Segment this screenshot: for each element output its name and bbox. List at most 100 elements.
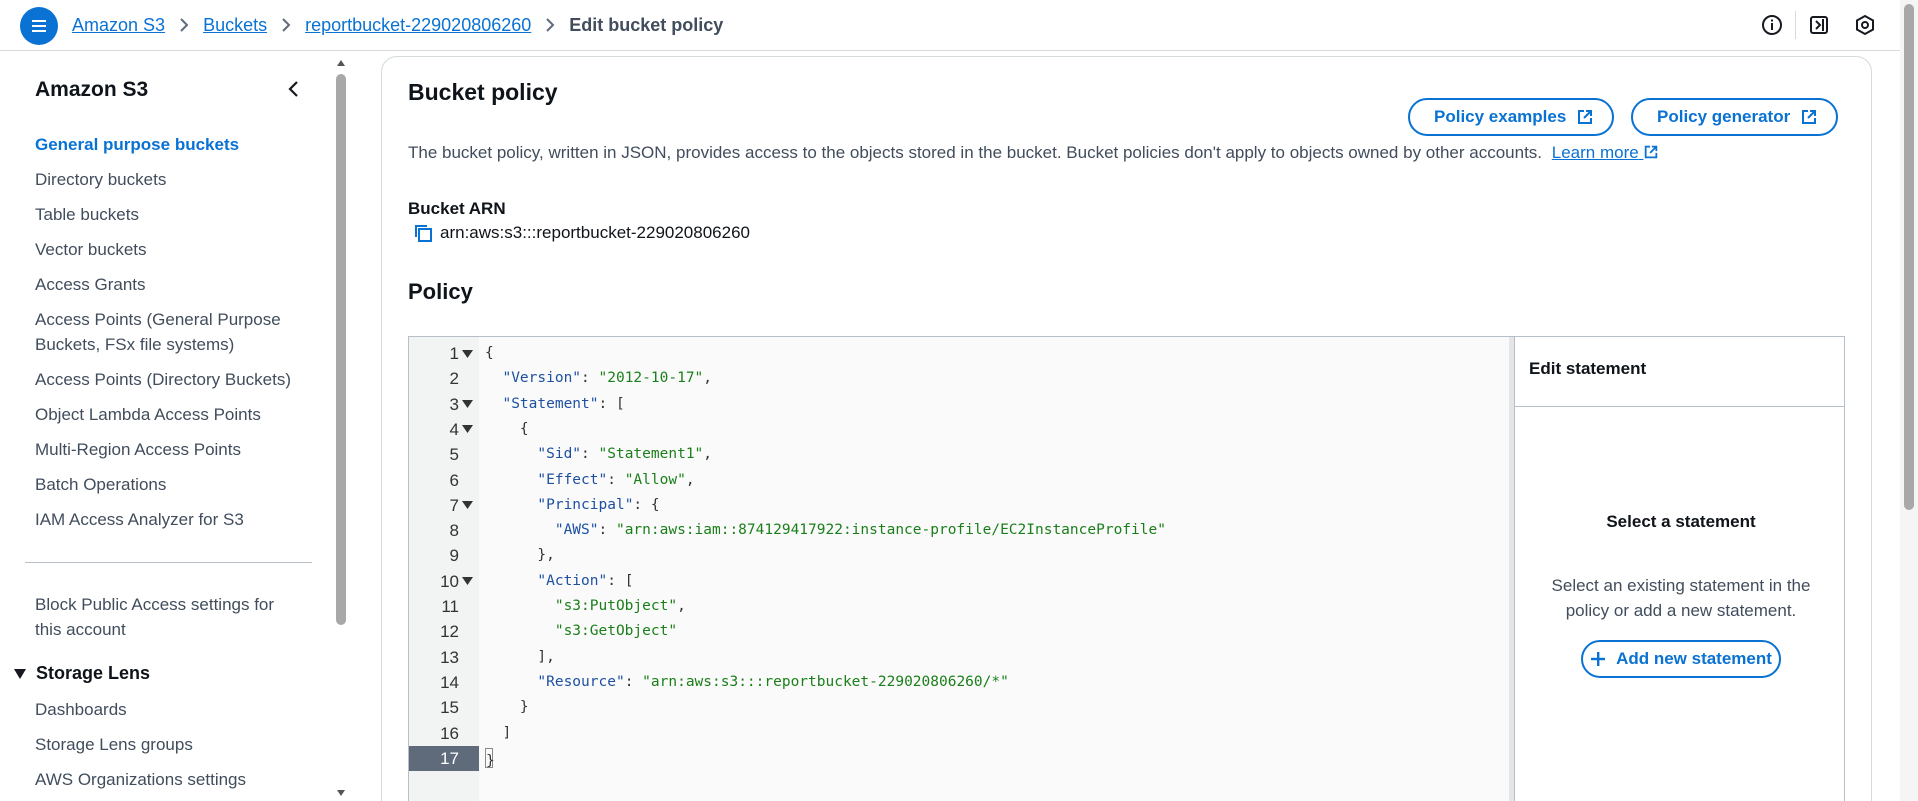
sidebar-item-iam-access-analyzer[interactable]: IAM Access Analyzer for S3 xyxy=(35,507,295,532)
code-line[interactable]: 6 "Effect": "Allow", xyxy=(409,468,1509,493)
sidebar-item-batch-operations[interactable]: Batch Operations xyxy=(35,472,295,497)
line-number: 2 xyxy=(449,369,459,389)
code-line[interactable]: 12 "s3:GetObject" xyxy=(409,619,1509,644)
collapse-sidebar-icon[interactable] xyxy=(284,78,304,100)
code-line[interactable]: 7 "Principal": { xyxy=(409,493,1509,518)
code-text: "AWS": "arn:aws:iam::874129417922:instan… xyxy=(554,522,1166,539)
divider xyxy=(1795,11,1796,39)
sidebar-item-directory-buckets[interactable]: Directory buckets xyxy=(35,167,295,192)
fold-caret-icon[interactable] xyxy=(462,417,474,442)
sidebar-item-access-points-general[interactable]: Access Points (General Purpose Buckets, … xyxy=(35,307,295,357)
code-text: "Resource": "arn:aws:s3:::reportbucket-2… xyxy=(537,673,1009,690)
code-text: { xyxy=(485,345,494,361)
sidebar-item-access-points-directory[interactable]: Access Points (Directory Buckets) xyxy=(35,367,295,392)
fold-caret-icon[interactable] xyxy=(462,341,474,366)
sidebar-item-table-buckets[interactable]: Table buckets xyxy=(35,202,295,227)
code-line[interactable]: 2 "Version": "2012-10-17", xyxy=(409,366,1509,391)
code-line[interactable]: 9 }, xyxy=(409,543,1509,568)
breadcrumb-bucket[interactable]: reportbucket-229020806260 xyxy=(305,15,531,36)
code-line[interactable]: 8 "AWS": "arn:aws:iam::874129417922:inst… xyxy=(409,518,1509,543)
code-text: "s3:GetObject" xyxy=(554,623,678,640)
policy-description-text: The bucket policy, written in JSON, prov… xyxy=(408,143,1543,162)
code-line[interactable]: 15 } xyxy=(409,695,1509,720)
scroll-up-icon[interactable] xyxy=(333,56,349,70)
page-scrollbar-thumb[interactable] xyxy=(1904,4,1914,510)
sidebar-item-storage-lens-groups[interactable]: Storage Lens groups xyxy=(35,732,295,757)
statement-panel-header: Edit statement xyxy=(1515,337,1844,407)
sidebar-item-block-public-access[interactable]: Block Public Access settings for this ac… xyxy=(35,592,295,642)
code-text: } xyxy=(485,699,529,716)
code-line[interactable]: 17} xyxy=(409,745,1509,771)
caret-down-icon xyxy=(14,668,28,679)
line-number: 5 xyxy=(449,445,459,465)
breadcrumb-buckets[interactable]: Buckets xyxy=(203,15,267,36)
bucket-arn-row: arn:aws:s3:::reportbucket-229020806260 xyxy=(412,222,750,244)
sidebar-nav-secondary: Block Public Access settings for this ac… xyxy=(35,592,295,652)
top-utility-icons xyxy=(1749,0,1888,50)
code-line[interactable]: 10 "Action": [ xyxy=(409,569,1509,594)
statement-panel-title: Edit statement xyxy=(1529,359,1647,378)
chevron-right-icon xyxy=(281,17,291,33)
sidebar-item-access-grants[interactable]: Access Grants xyxy=(35,272,295,297)
code-text: { xyxy=(485,420,529,437)
line-number: 6 xyxy=(449,470,459,490)
code-line[interactable]: 4 { xyxy=(409,417,1509,442)
add-new-statement-label: Add new statement xyxy=(1616,649,1772,668)
bucket-policy-container: Bucket policy Policy examples Policy gen… xyxy=(381,56,1872,801)
code-text: ] xyxy=(485,724,512,741)
line-number: 7 xyxy=(449,495,459,515)
bucket-arn-label: Bucket ARN xyxy=(408,199,506,218)
code-line[interactable]: 1{ xyxy=(409,341,1509,366)
code-text: "Principal": { xyxy=(537,496,660,513)
sidebar-nav: General purpose buckets Directory bucket… xyxy=(35,132,295,542)
sidebar-item-aws-organizations-settings[interactable]: AWS Organizations settings xyxy=(35,767,295,792)
plus-icon xyxy=(1591,652,1606,666)
policy-examples-label: Policy examples xyxy=(1434,107,1567,126)
empty-state-description: Select an existing statement in the poli… xyxy=(1551,576,1811,620)
notifications-icon[interactable] xyxy=(1807,13,1831,37)
sidebar-item-vector-buckets[interactable]: Vector buckets xyxy=(35,237,295,262)
learn-more-link[interactable]: Learn more xyxy=(1552,143,1660,162)
policy-editor[interactable]: 1{2 "Version": "2012-10-17", 3 "Statement… xyxy=(408,336,1845,801)
code-text: }, xyxy=(485,547,555,564)
info-icon[interactable] xyxy=(1760,13,1784,37)
sidebar-scrollbar[interactable] xyxy=(333,52,349,801)
settings-icon[interactable] xyxy=(1853,13,1877,37)
scroll-down-icon[interactable] xyxy=(333,786,349,800)
code-line[interactable]: 14 "Resource": "arn:aws:s3:::reportbucke… xyxy=(409,670,1509,695)
fold-caret-icon[interactable] xyxy=(462,392,474,417)
sidebar-item-general-purpose-buckets[interactable]: General purpose buckets xyxy=(35,132,295,157)
line-number: 3 xyxy=(449,394,459,414)
sidebar-item-multi-region[interactable]: Multi-Region Access Points xyxy=(35,437,295,462)
code-line[interactable]: 3 "Statement": [ xyxy=(409,392,1509,417)
menu-icon xyxy=(32,20,46,32)
empty-state-title: Select a statement xyxy=(1606,512,1756,531)
line-number: 12 xyxy=(440,622,459,642)
copy-icon[interactable] xyxy=(412,222,434,244)
sidebar-section-storage-lens[interactable]: Storage Lens xyxy=(14,663,150,684)
code-text: ], xyxy=(485,648,555,665)
line-number: 17 xyxy=(440,748,459,768)
sidebar-scrollbar-thumb[interactable] xyxy=(336,74,346,625)
code-line[interactable]: 13 ], xyxy=(409,645,1509,670)
external-link-icon xyxy=(1802,110,1817,124)
menu-button[interactable] xyxy=(20,7,58,45)
policy-generator-button[interactable]: Policy generator xyxy=(1631,98,1839,136)
code-line[interactable]: 11 "s3:PutObject", xyxy=(409,594,1509,619)
add-new-statement-button[interactable]: Add new statement xyxy=(1581,640,1781,678)
code-line[interactable]: 16 ] xyxy=(409,721,1509,746)
fold-caret-icon[interactable] xyxy=(462,569,474,594)
line-number: 9 xyxy=(449,546,459,566)
page-scrollbar[interactable] xyxy=(1900,0,1918,801)
policy-examples-button[interactable]: Policy examples xyxy=(1408,98,1615,136)
side-navigation: Amazon S3 General purpose buckets Direct… xyxy=(0,52,335,801)
breadcrumb-amazon-s3[interactable]: Amazon S3 xyxy=(72,15,165,36)
breadcrumb-current: Edit bucket policy xyxy=(569,14,724,35)
fold-caret-icon[interactable] xyxy=(462,493,474,518)
line-number: 8 xyxy=(449,521,459,541)
code-line[interactable]: 5 "Sid": "Statement1", xyxy=(409,442,1509,467)
code-text: "Sid": "Statement1", xyxy=(537,446,713,463)
code-text: "s3:PutObject", xyxy=(554,598,686,614)
sidebar-item-dashboards[interactable]: Dashboards xyxy=(35,697,295,722)
sidebar-item-object-lambda[interactable]: Object Lambda Access Points xyxy=(35,402,295,427)
